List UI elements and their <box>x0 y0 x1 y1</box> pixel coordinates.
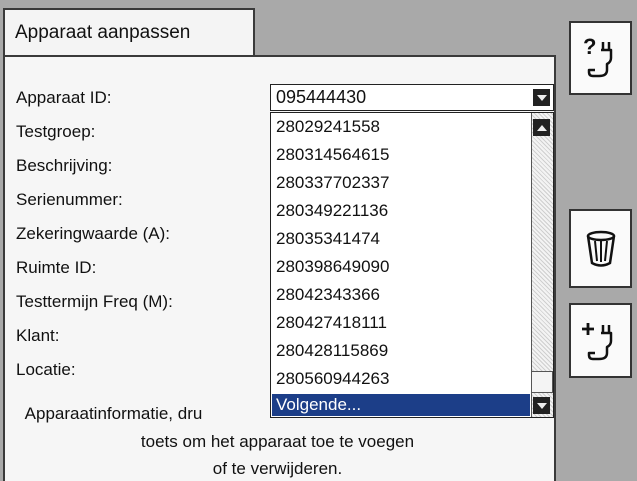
dropdown-arrow-icon[interactable] <box>533 89 550 106</box>
add-button[interactable] <box>569 303 632 378</box>
label-apparaat-id: Apparaat ID: <box>16 88 112 107</box>
label-zekeringwaarde: Zekeringwaarde (A): <box>16 224 171 243</box>
list-item[interactable]: 280398649090 <box>276 257 389 277</box>
scroll-down-icon[interactable] <box>533 397 550 414</box>
list-item[interactable]: 280349221136 <box>276 201 388 221</box>
help-plug-icon: ? <box>583 34 612 78</box>
delete-button[interactable] <box>569 209 632 288</box>
info-text-line3: of te verwijderen. <box>212 459 343 478</box>
tab-apparaat-aanpassen[interactable]: Apparaat aanpassen <box>3 8 255 56</box>
tab-label: Apparaat aanpassen <box>15 22 191 43</box>
list-item[interactable]: 280427418111 <box>276 313 387 333</box>
info-text-line1: Apparaatinformatie, dru <box>0 404 527 424</box>
svg-text:?: ? <box>583 34 596 59</box>
info-text-line2: toets om het apparaat toe te voegen <box>140 432 415 451</box>
list-item[interactable]: 280428115869 <box>276 341 388 361</box>
apparaat-id-dropdown[interactable]: 095444430 <box>270 84 554 111</box>
label-serienummer: Serienummer: <box>16 190 123 209</box>
screen: Apparaat aanpassen Apparaat ID: Testgroe… <box>0 0 637 481</box>
list-item[interactable]: 28042343366 <box>276 285 380 305</box>
scroll-up-icon[interactable] <box>533 119 550 136</box>
label-ruimte-id: Ruimte ID: <box>16 258 97 277</box>
list-item[interactable]: 28035341474 <box>276 229 380 249</box>
label-beschrijving: Beschrijving: <box>16 156 113 175</box>
list-item[interactable]: 280314564615 <box>276 145 389 165</box>
label-klant: Klant: <box>16 326 60 345</box>
add-plug-icon <box>581 322 612 360</box>
label-testgroep: Testgroep: <box>16 122 96 141</box>
list-item[interactable]: 280560944263 <box>276 369 389 389</box>
list-item[interactable]: 28029241558 <box>276 117 380 137</box>
info-line1: Apparaatinformatie, dru <box>24 404 203 423</box>
label-locatie: Locatie: <box>16 360 76 379</box>
list-item[interactable]: 280337702337 <box>276 173 389 193</box>
dropdown-list[interactable]: 28029241558 280314564615 280337702337 28… <box>270 112 554 418</box>
help-button[interactable]: ? <box>569 21 632 95</box>
dropdown-selected-value: 095444430 <box>276 87 367 107</box>
scrollbar-thumb[interactable] <box>531 371 553 393</box>
label-testtermijn: Testtermijn Freq (M): <box>16 292 173 311</box>
trash-icon <box>586 230 615 267</box>
